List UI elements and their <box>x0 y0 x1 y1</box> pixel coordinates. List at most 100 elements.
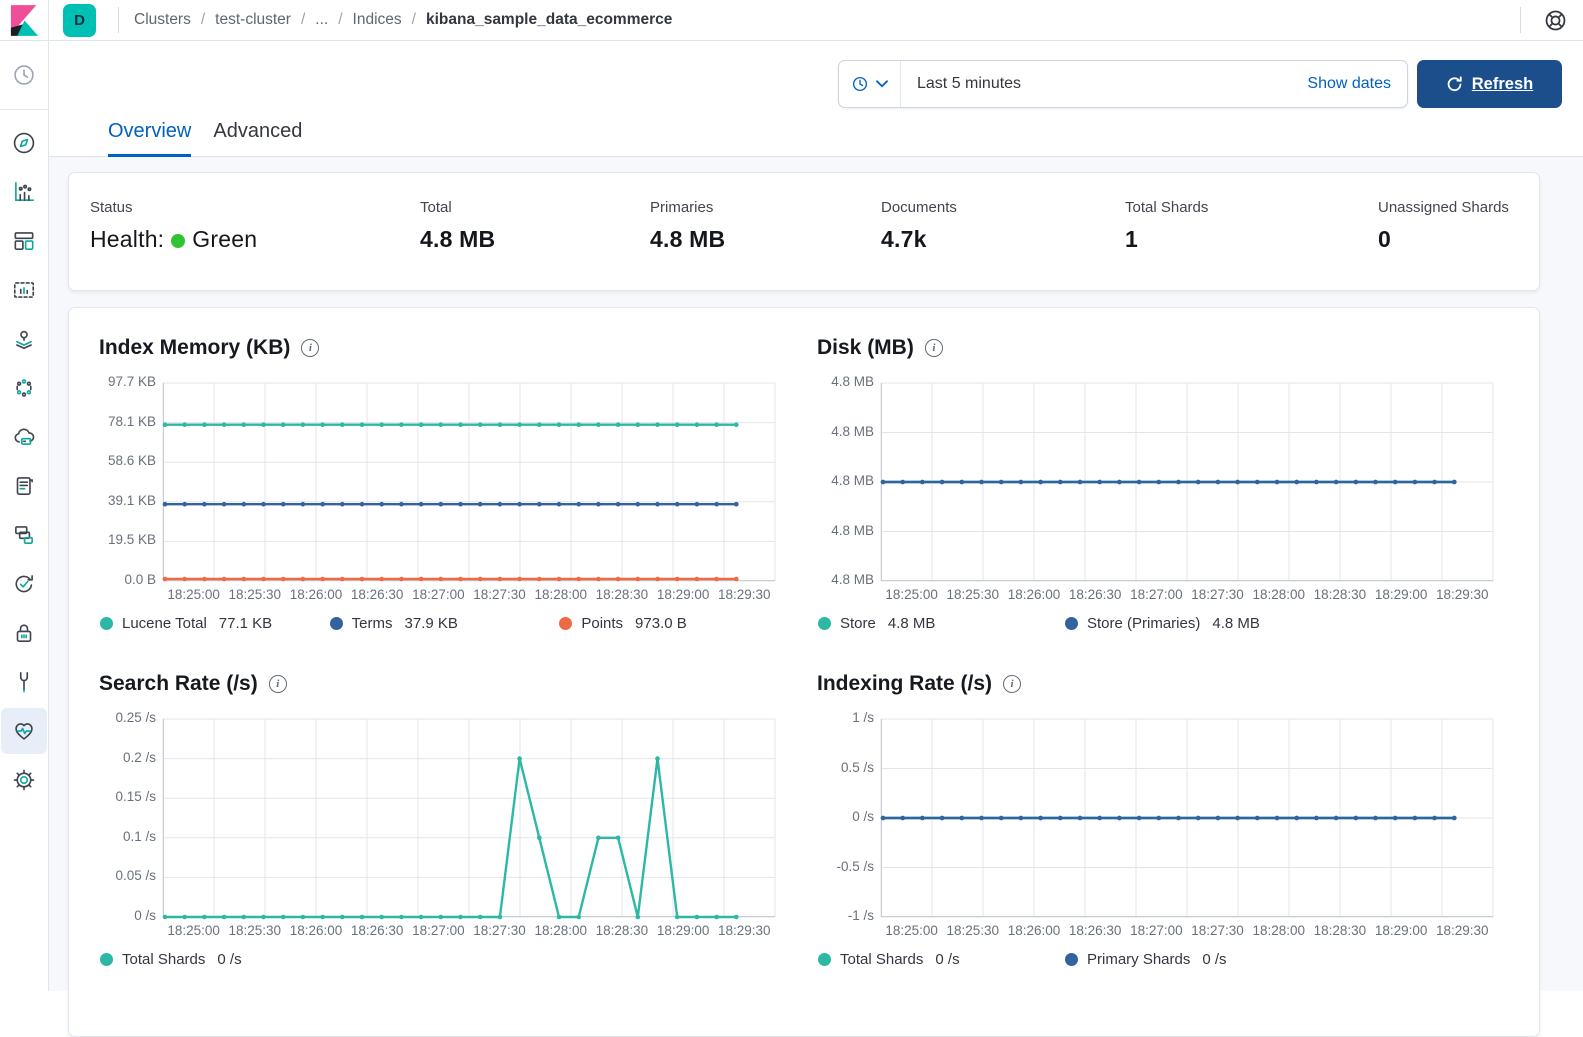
sidebar-item-machine-learning[interactable] <box>0 363 48 412</box>
x-tick-label: 18:25:30 <box>942 923 1003 938</box>
x-tick-label: 18:27:30 <box>469 923 530 938</box>
x-tick-label: 18:27:30 <box>469 587 530 602</box>
legend-item[interactable]: Store (Primaries)4.8 MB <box>1065 615 1312 632</box>
metrics-charts-panel: Index Memory (KB) i 97.7 KB78.1 KB58.6 K… <box>68 307 1540 1037</box>
legend-item[interactable]: Points 973.0 B <box>559 615 789 632</box>
y-tick-label: 4.8 MB <box>831 473 874 488</box>
sidebar-item-canvas[interactable] <box>0 265 48 314</box>
sidebar-item-cloud-data[interactable] <box>0 412 48 461</box>
cloud-server-icon <box>11 424 37 450</box>
x-tick-label: 18:25:00 <box>881 923 942 938</box>
y-tick-label: 58.6 KB <box>108 453 156 468</box>
sidebar-item-recently-viewed[interactable] <box>0 62 48 88</box>
chart-plot[interactable] <box>881 719 1493 917</box>
x-tick-label: 18:26:00 <box>285 587 346 602</box>
legend-dot <box>330 617 343 630</box>
summary-value: 1 <box>1125 226 1208 253</box>
legend-item[interactable]: Terms37.9 KB <box>330 615 560 632</box>
x-tick-label: 18:29:00 <box>653 587 714 602</box>
show-dates-link[interactable]: Show dates <box>1307 75 1407 93</box>
sidebar-item-security[interactable] <box>0 608 48 657</box>
legend-item[interactable]: Total Shards0 /s <box>100 951 347 968</box>
info-icon[interactable]: i <box>1003 675 1021 693</box>
x-tick-label: 18:27:00 <box>408 587 469 602</box>
x-tick-label: 18:25:00 <box>881 587 942 602</box>
summary-label: Unassigned Shards <box>1378 199 1509 216</box>
sidebar-item-uptime[interactable] <box>0 559 48 608</box>
time-range-value[interactable]: Last 5 minutes <box>901 75 1307 93</box>
breadcrumb-indices[interactable]: Indices <box>353 11 402 29</box>
y-tick-label: 0.2 /s <box>123 750 156 765</box>
legend-series-name: Store (Primaries) <box>1087 615 1200 632</box>
sidebar-item-maps[interactable] <box>0 314 48 363</box>
legend-series-name: Points <box>581 615 623 632</box>
y-axis-labels: 4.8 MB4.8 MB4.8 MB4.8 MB4.8 MB <box>817 383 881 581</box>
x-tick-label: 18:28:00 <box>530 587 591 602</box>
x-tick-label: 18:25:00 <box>163 923 224 938</box>
y-tick-label: 0.15 /s <box>115 789 156 804</box>
breadcrumb-cluster-name[interactable]: test-cluster <box>215 11 291 29</box>
x-tick-label: 18:26:30 <box>347 587 408 602</box>
help-menu-button[interactable] <box>1543 8 1568 33</box>
chart-plot[interactable] <box>163 383 775 581</box>
monitoring-heartbeat-icon <box>11 718 37 744</box>
logs-scroll-icon <box>11 473 37 499</box>
legend-item[interactable]: Store4.8 MB <box>818 615 1065 632</box>
info-icon[interactable]: i <box>269 675 287 693</box>
health-value: Green <box>192 226 257 252</box>
gear-icon <box>11 767 37 793</box>
sidebar-item-dashboard[interactable] <box>0 216 48 265</box>
chart-plot[interactable] <box>163 719 775 917</box>
x-tick-label: 18:28:30 <box>591 923 652 938</box>
legend-series-name: Total Shards <box>122 951 205 968</box>
x-tick-label: 18:29:30 <box>714 923 775 938</box>
x-tick-label: 18:26:30 <box>1065 923 1126 938</box>
sidebar-item-dev-tools[interactable] <box>0 657 48 706</box>
y-tick-label: 0.1 /s <box>123 829 156 844</box>
refresh-button[interactable]: Refresh <box>1417 60 1562 108</box>
chart-title: Indexing Rate (/s) <box>817 672 992 696</box>
chart-disk: Disk (MB) i 4.8 MB4.8 MB4.8 MB4.8 MB4.8 … <box>817 336 1507 632</box>
chart-index-memory: Index Memory (KB) i 97.7 KB78.1 KB58.6 K… <box>99 336 789 632</box>
x-tick-label: 18:29:30 <box>1432 923 1493 938</box>
tab-overview[interactable]: Overview <box>108 120 191 157</box>
clock-icon <box>11 62 37 88</box>
kibana-logo[interactable] <box>0 0 49 41</box>
summary-label: Total Shards <box>1125 199 1208 216</box>
x-tick-label: 18:25:30 <box>224 923 285 938</box>
x-tick-label: 18:29:30 <box>714 587 775 602</box>
y-tick-label: 4.8 MB <box>831 374 874 389</box>
x-tick-label: 18:26:00 <box>285 923 346 938</box>
app-sidebar <box>0 41 49 991</box>
y-tick-label: 19.5 KB <box>108 532 156 547</box>
canvas-icon <box>11 277 37 303</box>
legend-series-value: 973.0 B <box>635 615 687 632</box>
tab-advanced[interactable]: Advanced <box>213 120 302 157</box>
sidebar-item-stack-monitoring[interactable] <box>1 708 47 754</box>
fleet-layers-icon <box>11 522 37 548</box>
health-status-dot <box>171 234 185 248</box>
info-icon[interactable]: i <box>301 339 319 357</box>
info-icon[interactable]: i <box>925 339 943 357</box>
space-badge[interactable]: D <box>63 4 96 37</box>
breadcrumb-clusters[interactable]: Clusters <box>134 11 191 29</box>
chart-plot[interactable] <box>881 383 1493 581</box>
legend-item[interactable]: Total Shards0 /s <box>818 951 1065 968</box>
dashboard-icon <box>11 228 37 254</box>
sidebar-item-management[interactable] <box>0 755 48 804</box>
breadcrumb-collapsed[interactable]: ... <box>315 11 328 29</box>
legend-dot <box>818 617 831 630</box>
x-axis-labels: 18:25:0018:25:3018:26:0018:26:3018:27:00… <box>163 923 775 938</box>
summary-documents: Documents 4.7k <box>881 199 957 253</box>
y-tick-label: 97.7 KB <box>108 374 156 389</box>
sidebar-item-logs[interactable] <box>0 461 48 510</box>
legend-dot <box>1065 953 1078 966</box>
top-navigation-bar: D Clusters / test-cluster / ... / Indice… <box>0 0 1583 41</box>
legend-item[interactable]: Primary Shards0 /s <box>1065 951 1312 968</box>
quick-time-menu-button[interactable] <box>839 61 901 107</box>
legend-item[interactable]: Lucene Total77.1 KB <box>100 615 330 632</box>
sidebar-item-visualize[interactable] <box>0 167 48 216</box>
sidebar-item-fleet[interactable] <box>0 510 48 559</box>
sidebar-item-discover[interactable] <box>0 118 48 167</box>
y-tick-label: 1 /s <box>852 710 874 725</box>
